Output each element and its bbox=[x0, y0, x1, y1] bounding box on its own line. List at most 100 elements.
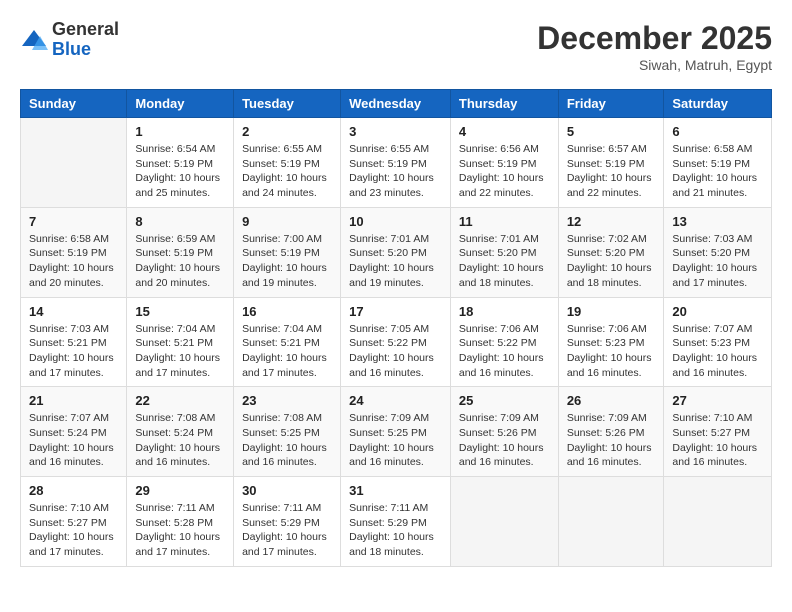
calendar-cell: 25 Sunrise: 7:09 AM Sunset: 5:26 PM Dayli… bbox=[450, 387, 558, 477]
day-info: Sunrise: 7:01 AM Sunset: 5:20 PM Dayligh… bbox=[459, 232, 550, 291]
weekday-header: Saturday bbox=[664, 90, 772, 118]
month-title: December 2025 bbox=[537, 20, 772, 57]
day-info: Sunrise: 6:57 AM Sunset: 5:19 PM Dayligh… bbox=[567, 142, 656, 201]
calendar-cell: 13 Sunrise: 7:03 AM Sunset: 5:20 PM Dayli… bbox=[664, 207, 772, 297]
day-number: 23 bbox=[242, 393, 332, 408]
day-info: Sunrise: 7:11 AM Sunset: 5:28 PM Dayligh… bbox=[135, 501, 225, 560]
calendar-cell: 31 Sunrise: 7:11 AM Sunset: 5:29 PM Dayli… bbox=[341, 477, 451, 567]
calendar-cell: 14 Sunrise: 7:03 AM Sunset: 5:21 PM Dayli… bbox=[21, 297, 127, 387]
location-text: Siwah, Matruh, Egypt bbox=[537, 57, 772, 73]
calendar-week-row: 7 Sunrise: 6:58 AM Sunset: 5:19 PM Daylig… bbox=[21, 207, 772, 297]
day-number: 16 bbox=[242, 304, 332, 319]
day-number: 11 bbox=[459, 214, 550, 229]
calendar-cell bbox=[558, 477, 664, 567]
day-info: Sunrise: 6:55 AM Sunset: 5:19 PM Dayligh… bbox=[242, 142, 332, 201]
day-info: Sunrise: 7:01 AM Sunset: 5:20 PM Dayligh… bbox=[349, 232, 442, 291]
day-info: Sunrise: 7:06 AM Sunset: 5:22 PM Dayligh… bbox=[459, 322, 550, 381]
day-number: 20 bbox=[672, 304, 763, 319]
day-info: Sunrise: 7:10 AM Sunset: 5:27 PM Dayligh… bbox=[29, 501, 118, 560]
day-number: 28 bbox=[29, 483, 118, 498]
calendar-cell: 4Sunrise: 6:56 AM Sunset: 5:19 PM Daylig… bbox=[450, 118, 558, 208]
calendar-cell: 12Sunrise: 7:02 AM Sunset: 5:20 PM Dayli… bbox=[558, 207, 664, 297]
day-info: Sunrise: 7:03 AM Sunset: 5:20 PM Dayligh… bbox=[672, 232, 763, 291]
day-info: Sunrise: 7:04 AM Sunset: 5:21 PM Dayligh… bbox=[242, 322, 332, 381]
day-number: 7 bbox=[29, 214, 118, 229]
day-number: 15 bbox=[135, 304, 225, 319]
calendar-cell: 24Sunrise: 7:09 AM Sunset: 5:25 PM Dayli… bbox=[341, 387, 451, 477]
day-info: Sunrise: 7:08 AM Sunset: 5:24 PM Dayligh… bbox=[135, 411, 225, 470]
day-number: 9 bbox=[242, 214, 332, 229]
day-info: Sunrise: 7:08 AM Sunset: 5:25 PM Dayligh… bbox=[242, 411, 332, 470]
page-header: General Blue December 2025 Siwah, Matruh… bbox=[20, 20, 772, 73]
weekday-header: Wednesday bbox=[341, 90, 451, 118]
logo-blue-text: Blue bbox=[52, 40, 119, 60]
calendar-cell: 16 Sunrise: 7:04 AM Sunset: 5:21 PM Dayli… bbox=[234, 297, 341, 387]
logo-general-text: General bbox=[52, 20, 119, 40]
day-number: 17 bbox=[349, 304, 442, 319]
day-number: 5 bbox=[567, 124, 656, 139]
day-info: Sunrise: 7:03 AM Sunset: 5:21 PM Dayligh… bbox=[29, 322, 118, 381]
day-number: 2 bbox=[242, 124, 332, 139]
day-number: 18 bbox=[459, 304, 550, 319]
day-number: 26 bbox=[567, 393, 656, 408]
calendar-cell: 1 Sunrise: 6:54 AM Sunset: 5:19 PM Daylig… bbox=[127, 118, 234, 208]
day-number: 24 bbox=[349, 393, 442, 408]
day-info: Sunrise: 6:54 AM Sunset: 5:19 PM Dayligh… bbox=[135, 142, 225, 201]
day-number: 4 bbox=[459, 124, 550, 139]
calendar-cell: 28 Sunrise: 7:10 AM Sunset: 5:27 PM Dayli… bbox=[21, 477, 127, 567]
calendar-cell bbox=[21, 118, 127, 208]
weekday-header: Monday bbox=[127, 90, 234, 118]
calendar-cell: 19Sunrise: 7:06 AM Sunset: 5:23 PM Dayli… bbox=[558, 297, 664, 387]
calendar-header: SundayMondayTuesdayWednesdayThursdayFrid… bbox=[21, 90, 772, 118]
day-info: Sunrise: 7:11 AM Sunset: 5:29 PM Dayligh… bbox=[349, 501, 442, 560]
day-number: 6 bbox=[672, 124, 763, 139]
day-info: Sunrise: 7:05 AM Sunset: 5:22 PM Dayligh… bbox=[349, 322, 442, 381]
day-info: Sunrise: 7:00 AM Sunset: 5:19 PM Dayligh… bbox=[242, 232, 332, 291]
calendar-week-row: 14 Sunrise: 7:03 AM Sunset: 5:21 PM Dayli… bbox=[21, 297, 772, 387]
day-info: Sunrise: 7:11 AM Sunset: 5:29 PM Dayligh… bbox=[242, 501, 332, 560]
day-info: Sunrise: 6:59 AM Sunset: 5:19 PM Dayligh… bbox=[135, 232, 225, 291]
day-number: 22 bbox=[135, 393, 225, 408]
day-info: Sunrise: 7:04 AM Sunset: 5:21 PM Dayligh… bbox=[135, 322, 225, 381]
day-info: Sunrise: 6:55 AM Sunset: 5:19 PM Dayligh… bbox=[349, 142, 442, 201]
calendar-cell: 6 Sunrise: 6:58 AM Sunset: 5:19 PM Daylig… bbox=[664, 118, 772, 208]
day-number: 31 bbox=[349, 483, 442, 498]
weekday-row: SundayMondayTuesdayWednesdayThursdayFrid… bbox=[21, 90, 772, 118]
weekday-header: Thursday bbox=[450, 90, 558, 118]
day-number: 3 bbox=[349, 124, 442, 139]
calendar-cell: 26Sunrise: 7:09 AM Sunset: 5:26 PM Dayli… bbox=[558, 387, 664, 477]
day-number: 1 bbox=[135, 124, 225, 139]
calendar-cell: 8Sunrise: 6:59 AM Sunset: 5:19 PM Daylig… bbox=[127, 207, 234, 297]
day-number: 25 bbox=[459, 393, 550, 408]
day-number: 14 bbox=[29, 304, 118, 319]
calendar-cell: 27Sunrise: 7:10 AM Sunset: 5:27 PM Dayli… bbox=[664, 387, 772, 477]
calendar-cell: 30Sunrise: 7:11 AM Sunset: 5:29 PM Dayli… bbox=[234, 477, 341, 567]
day-number: 21 bbox=[29, 393, 118, 408]
logo: General Blue bbox=[20, 20, 119, 60]
day-number: 13 bbox=[672, 214, 763, 229]
calendar-week-row: 1 Sunrise: 6:54 AM Sunset: 5:19 PM Daylig… bbox=[21, 118, 772, 208]
calendar-table: SundayMondayTuesdayWednesdayThursdayFrid… bbox=[20, 89, 772, 567]
calendar-cell: 17 Sunrise: 7:05 AM Sunset: 5:22 PM Dayli… bbox=[341, 297, 451, 387]
title-block: December 2025 Siwah, Matruh, Egypt bbox=[537, 20, 772, 73]
calendar-cell: 21 Sunrise: 7:07 AM Sunset: 5:24 PM Dayli… bbox=[21, 387, 127, 477]
calendar-cell: 15 Sunrise: 7:04 AM Sunset: 5:21 PM Dayli… bbox=[127, 297, 234, 387]
weekday-header: Tuesday bbox=[234, 90, 341, 118]
day-info: Sunrise: 7:06 AM Sunset: 5:23 PM Dayligh… bbox=[567, 322, 656, 381]
day-info: Sunrise: 7:02 AM Sunset: 5:20 PM Dayligh… bbox=[567, 232, 656, 291]
day-number: 27 bbox=[672, 393, 763, 408]
calendar-cell: 9 Sunrise: 7:00 AM Sunset: 5:19 PM Daylig… bbox=[234, 207, 341, 297]
day-number: 29 bbox=[135, 483, 225, 498]
weekday-header: Sunday bbox=[21, 90, 127, 118]
calendar-cell: 5 Sunrise: 6:57 AM Sunset: 5:19 PM Daylig… bbox=[558, 118, 664, 208]
calendar-cell bbox=[450, 477, 558, 567]
calendar-cell: 2 Sunrise: 6:55 AM Sunset: 5:19 PM Daylig… bbox=[234, 118, 341, 208]
day-info: Sunrise: 7:09 AM Sunset: 5:26 PM Dayligh… bbox=[459, 411, 550, 470]
day-info: Sunrise: 6:58 AM Sunset: 5:19 PM Dayligh… bbox=[672, 142, 763, 201]
day-info: Sunrise: 7:07 AM Sunset: 5:24 PM Dayligh… bbox=[29, 411, 118, 470]
day-info: Sunrise: 6:58 AM Sunset: 5:19 PM Dayligh… bbox=[29, 232, 118, 291]
calendar-cell: 10Sunrise: 7:01 AM Sunset: 5:20 PM Dayli… bbox=[341, 207, 451, 297]
calendar-cell: 23 Sunrise: 7:08 AM Sunset: 5:25 PM Dayli… bbox=[234, 387, 341, 477]
calendar-cell bbox=[664, 477, 772, 567]
calendar-cell: 3 Sunrise: 6:55 AM Sunset: 5:19 PM Daylig… bbox=[341, 118, 451, 208]
